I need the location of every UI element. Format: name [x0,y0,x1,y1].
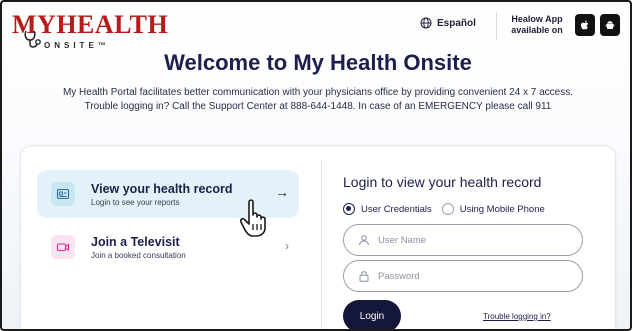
apple-icon [581,20,589,30]
password-placeholder: Password [378,270,420,282]
health-record-icon [51,182,75,206]
username-placeholder: User Name [378,234,427,246]
radio-mobile-phone[interactable]: Using Mobile Phone [441,203,545,215]
apple-store-button[interactable] [575,14,595,36]
option-subtitle: Join a booked consultation [91,250,186,260]
password-field[interactable]: Password [343,260,583,292]
language-toggle[interactable]: Español [420,17,476,29]
radio-user-credentials[interactable]: User Credentials [343,203,432,215]
trouble-logging-in-link[interactable]: Trouble logging in? [483,312,551,321]
myhealth-logo[interactable]: MYHEALTH ONSITE™ [12,12,168,52]
stethoscope-icon [24,30,41,48]
page-title: Welcome to My Health Onsite [164,50,472,75]
option-title: View your health record [91,181,233,196]
lock-icon [359,271,369,282]
logo-sub-text: ONSITE™ [44,41,110,50]
radio-unselected-icon[interactable] [441,203,454,215]
android-store-button[interactable] [600,14,620,36]
language-label: Español [437,17,476,29]
hand-pointer-icon [239,199,266,237]
login-title: Login to view your health record [343,174,542,190]
video-icon [51,235,75,259]
intro-text: My Health Portal facilitates better comm… [62,87,574,112]
option-title: Join a Televisit [91,234,180,249]
login-button[interactable]: Login [343,300,401,329]
globe-icon [420,17,432,29]
healow-app-text: Healow App available on [511,14,563,35]
login-method-radio-group: User Credentials Using Mobile Phone [343,203,555,215]
page-frame: MYHEALTH ONSITE™ Español Healow App avai… [0,0,632,331]
radio-label: Using Mobile Phone [459,203,545,215]
chevron-right-icon: › [285,239,289,253]
header-divider [496,12,497,40]
android-icon [605,21,615,29]
option-subtitle: Login to see your reports [91,197,180,207]
username-field[interactable]: User Name [343,224,583,256]
login-card: View your health record Login to see you… [20,145,616,329]
card-divider [321,160,322,329]
arrow-right-icon: → [275,184,289,200]
radio-selected-icon[interactable] [343,203,355,215]
user-icon [359,235,369,246]
radio-label: User Credentials [361,203,432,215]
